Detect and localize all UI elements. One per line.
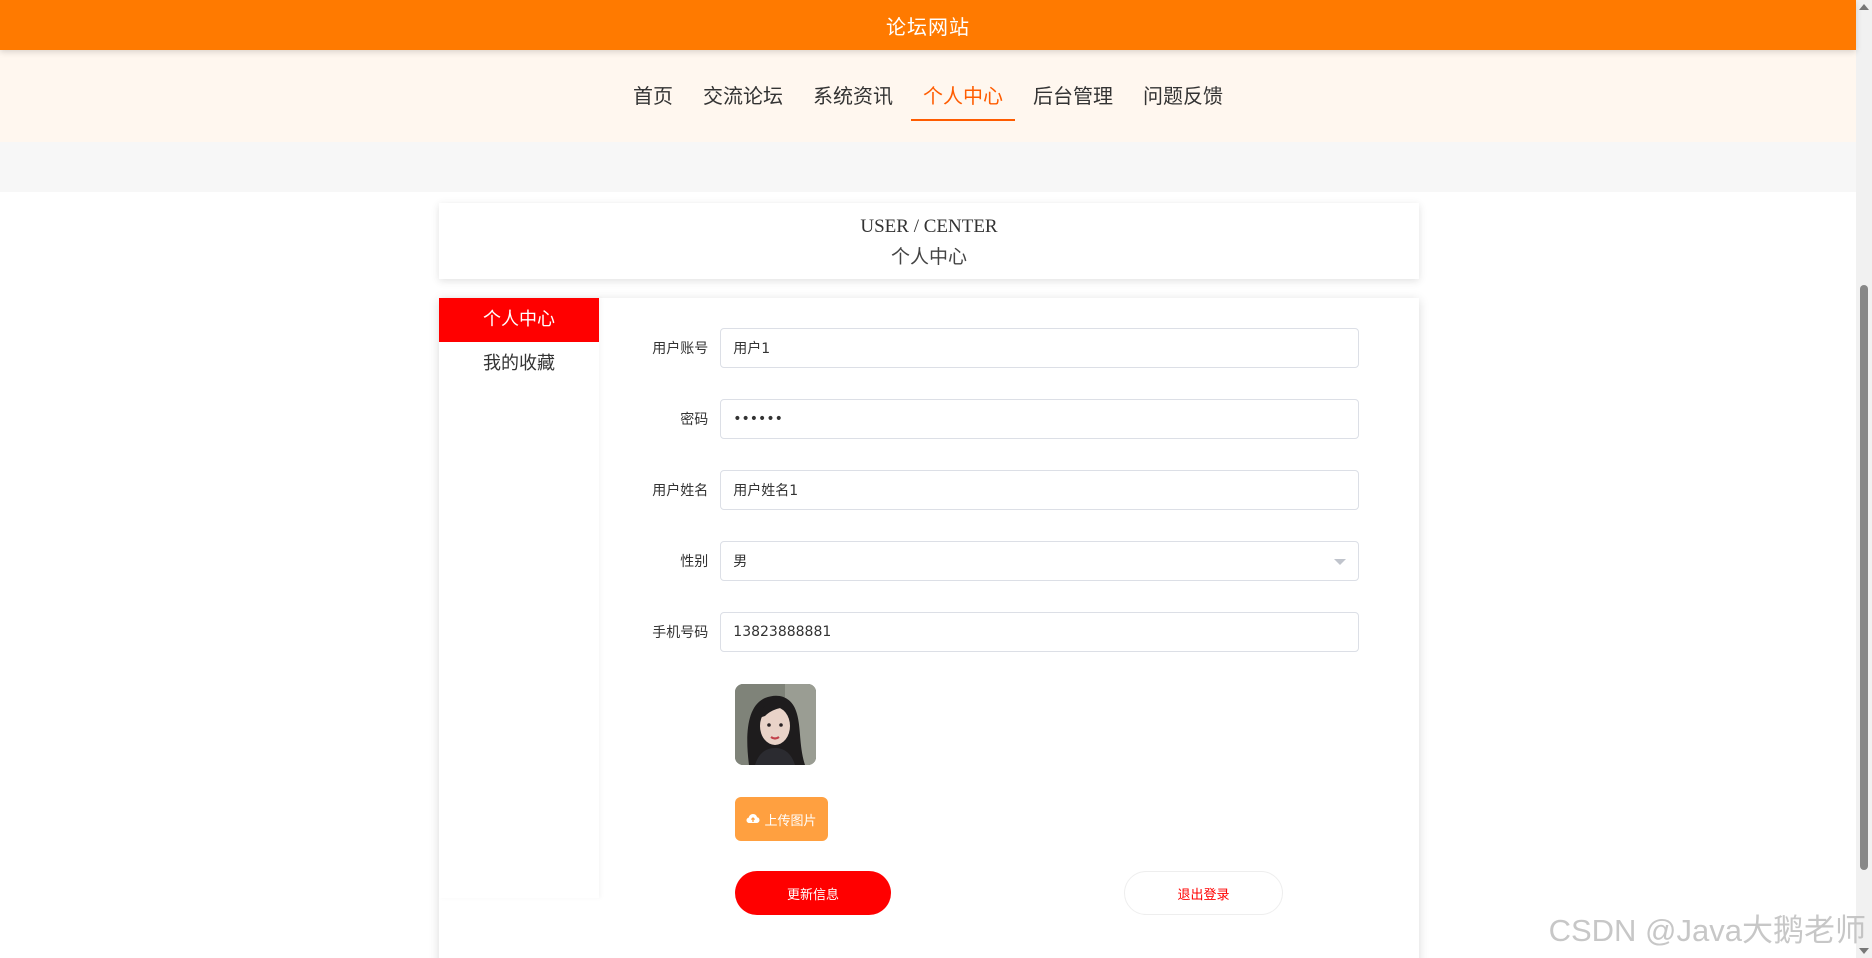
name-row: 用户姓名 用户姓名1 bbox=[599, 470, 1359, 510]
phone-input[interactable]: 13823888881 bbox=[720, 612, 1359, 652]
name-label: 用户姓名 bbox=[652, 483, 709, 499]
page-title-en: USER / CENTER bbox=[860, 216, 998, 237]
nav-item-user-center[interactable]: 个人中心 bbox=[911, 75, 1015, 121]
nav-item-news[interactable]: 系统资讯 bbox=[801, 75, 905, 117]
upload-button-label: 上传图片 bbox=[764, 813, 817, 829]
phone-label: 手机号码 bbox=[652, 625, 709, 641]
main-nav: 首页 交流论坛 系统资讯 个人中心 后台管理 问题反馈 bbox=[0, 50, 1856, 142]
nav-item-forum[interactable]: 交流论坛 bbox=[691, 75, 795, 117]
cloud-upload-icon bbox=[746, 814, 760, 823]
phone-row: 手机号码 13823888881 bbox=[599, 612, 1359, 652]
upload-image-button[interactable]: 上传图片 bbox=[735, 797, 828, 841]
account-label: 用户账号 bbox=[652, 341, 709, 357]
update-info-button[interactable]: 更新信息 bbox=[735, 871, 891, 915]
page-title-zh: 个人中心 bbox=[890, 247, 967, 268]
avatar bbox=[735, 684, 816, 765]
nav-item-feedback[interactable]: 问题反馈 bbox=[1131, 75, 1235, 117]
page-scrollbar[interactable] bbox=[1856, 0, 1872, 958]
sidebar: 个人中心 我的收藏 bbox=[439, 298, 599, 898]
password-input[interactable]: •••••• bbox=[720, 399, 1359, 439]
chevron-down-icon bbox=[1334, 559, 1346, 565]
site-header: 论坛网站 bbox=[0, 0, 1856, 50]
sidebar-item-favorites[interactable]: 我的收藏 bbox=[439, 342, 599, 386]
account-input[interactable]: 用户1 bbox=[720, 328, 1359, 368]
nav-item-home[interactable]: 首页 bbox=[621, 75, 685, 117]
password-label: 密码 bbox=[680, 412, 709, 428]
watermark: CSDN @Java大鹅老师 bbox=[1548, 913, 1866, 948]
account-row: 用户账号 用户1 bbox=[599, 328, 1359, 368]
site-title: 论坛网站 bbox=[886, 14, 970, 39]
password-row: 密码 •••••• bbox=[599, 399, 1359, 439]
gender-selected-value: 男 bbox=[733, 554, 748, 570]
logout-button[interactable]: 退出登录 bbox=[1124, 871, 1283, 915]
sidebar-item-user-center[interactable]: 个人中心 bbox=[439, 298, 599, 342]
gender-label: 性别 bbox=[680, 554, 709, 570]
scrollbar-thumb[interactable] bbox=[1860, 285, 1868, 870]
gender-select[interactable]: 男 bbox=[720, 541, 1359, 581]
name-input[interactable]: 用户姓名1 bbox=[720, 470, 1359, 510]
user-center-panel: 个人中心 我的收藏 用户账号 用户1 密码 •••••• 用户姓名 用户姓名1 … bbox=[439, 298, 1419, 958]
nav-item-admin[interactable]: 后台管理 bbox=[1021, 75, 1125, 117]
scroll-up-icon[interactable] bbox=[1859, 4, 1869, 10]
gender-row: 性别 男 bbox=[599, 541, 1359, 581]
avatar-image bbox=[735, 684, 816, 765]
page-title-card: USER / CENTER 个人中心 bbox=[439, 203, 1419, 279]
banner-strip bbox=[0, 142, 1856, 192]
